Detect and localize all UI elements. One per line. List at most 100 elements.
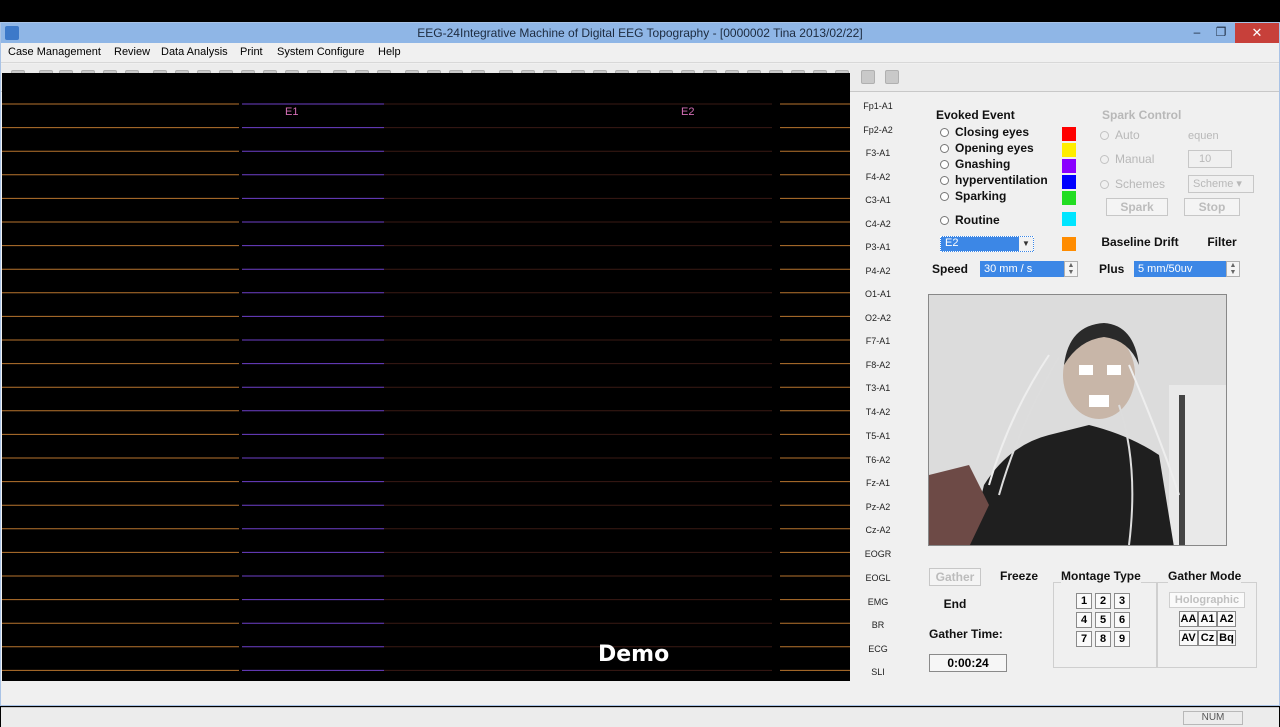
color-swatch-hyperventilation (1062, 175, 1076, 189)
status-bar: NUM (1, 707, 1279, 727)
gather-mode-aa[interactable]: AA (1179, 611, 1198, 627)
gather-mode-a1[interactable]: A1 (1198, 611, 1217, 627)
color-swatch-routine (1062, 212, 1076, 226)
radio-hyperventilation[interactable]: hyperventilation (940, 173, 1048, 187)
radio-schemes[interactable]: Schemes (1100, 177, 1165, 191)
evoked-event-title: Evoked Event (936, 108, 1015, 122)
radio-opening-eyes[interactable]: Opening eyes (940, 141, 1034, 155)
patient-video-image (929, 295, 1226, 545)
radio-label: Opening eyes (955, 141, 1034, 155)
channel-label: O1-A1 (864, 289, 891, 299)
radio-label: Routine (955, 213, 1000, 227)
montage-type-title: Montage Type (1061, 569, 1141, 583)
montage-button-2[interactable]: 2 (1095, 593, 1111, 609)
radio-label: Sparking (955, 189, 1007, 203)
montage-button-5[interactable]: 5 (1095, 612, 1111, 628)
channel-label: P3-A1 (865, 242, 891, 252)
radio-label: Auto (1115, 128, 1140, 142)
montage-button-9[interactable]: 9 (1114, 631, 1130, 647)
radio-auto[interactable]: Auto (1100, 128, 1140, 142)
channel-label: SLI (871, 667, 885, 677)
channel-label: Fp1-A1 (863, 101, 893, 111)
plus-spinner[interactable]: ▲ ▼ (1226, 261, 1240, 277)
channel-label: BR (871, 620, 885, 630)
radio-routine[interactable]: Routine (940, 213, 1000, 227)
spark-button[interactable]: Spark (1106, 198, 1168, 216)
stop-button[interactable]: Stop (1184, 198, 1240, 216)
title-bar[interactable]: EEG-24Integrative Machine of Digital EEG… (1, 23, 1279, 43)
plus-value[interactable]: 5 mm/50uv (1134, 261, 1226, 277)
radio-icon (1100, 180, 1109, 189)
end-button[interactable]: End (929, 595, 981, 615)
menu-case-management[interactable]: Case Management (8, 46, 101, 58)
event-marker-e1[interactable]: E1 (285, 106, 298, 118)
montage-button-3[interactable]: 3 (1114, 593, 1130, 609)
menu-print[interactable]: Print (240, 46, 263, 58)
speed-spinner[interactable]: ▲ ▼ (1064, 261, 1078, 277)
montage-button-1[interactable]: 1 (1076, 593, 1092, 609)
toolbar-button-icon[interactable] (885, 70, 899, 84)
channel-label: O2-A2 (864, 313, 891, 323)
minimize-button[interactable]: – (1185, 25, 1209, 39)
menu-help[interactable]: Help (378, 46, 401, 58)
eeg-trace-panel[interactable] (2, 73, 850, 681)
montage-button-6[interactable]: 6 (1114, 612, 1130, 628)
radio-sparking[interactable]: Sparking (940, 189, 1006, 203)
color-swatch-gnashing (1062, 159, 1076, 173)
radio-icon (940, 144, 949, 153)
frequency-label: equen (1188, 130, 1219, 142)
gather-mode-title: Gather Mode (1168, 569, 1242, 583)
restore-button[interactable]: ❐ (1209, 25, 1233, 39)
chevron-down-icon[interactable]: ▼ (1019, 237, 1033, 251)
scheme-select-value: Scheme (1193, 178, 1234, 190)
gather-button[interactable]: Gather (929, 568, 981, 586)
montage-button-4[interactable]: 4 (1076, 612, 1092, 628)
gather-mode-av[interactable]: AV (1179, 630, 1198, 646)
radio-icon (1100, 131, 1109, 140)
radio-icon (940, 216, 949, 225)
event-marker-e2[interactable]: E2 (681, 106, 694, 118)
radio-gnashing[interactable]: Gnashing (940, 157, 1010, 171)
montage-button-8[interactable]: 8 (1095, 631, 1111, 647)
channel-label: EOGR (864, 549, 892, 559)
channel-label: EOGL (865, 573, 891, 583)
channel-label: C3-A1 (865, 195, 891, 205)
freeze-button[interactable]: Freeze (991, 567, 1047, 587)
gather-mode-bq[interactable]: Bq (1217, 630, 1236, 646)
tab-filter[interactable]: Filter (1186, 233, 1258, 253)
speed-value[interactable]: 30 mm / s (980, 261, 1064, 277)
radio-icon (1100, 155, 1109, 164)
eeg-traces (2, 103, 850, 671)
menu-data-analysis[interactable]: Data Analysis (161, 46, 228, 58)
speed-label: Speed (932, 262, 969, 276)
frequency-input[interactable]: 10 (1188, 150, 1232, 168)
plus-label: Plus (1099, 262, 1125, 276)
channel-label: ECG (868, 644, 888, 654)
radio-closing-eyes[interactable]: Closing eyes (940, 125, 1029, 139)
menu-review[interactable]: Review (114, 46, 150, 58)
tab-baseline-drift[interactable]: Baseline Drift (1095, 233, 1185, 253)
event-color-swatch[interactable] (1062, 237, 1076, 251)
channel-label: T3-A1 (865, 383, 891, 393)
gather-time-label: Gather Time: (929, 627, 1003, 641)
radio-manual[interactable]: Manual (1100, 152, 1154, 166)
color-swatch-closing-eyes (1062, 127, 1076, 141)
gather-mode-a2[interactable]: A2 (1217, 611, 1236, 627)
color-swatch-sparking (1062, 191, 1076, 205)
menu-system-configure[interactable]: System Configure (277, 46, 364, 58)
channel-label: Pz-A2 (865, 502, 891, 512)
channel-label: F8-A2 (865, 360, 891, 370)
holographic-button[interactable]: Holographic (1169, 592, 1245, 608)
patient-video (928, 294, 1227, 546)
radio-label: Gnashing (955, 157, 1011, 171)
scheme-select[interactable]: Scheme ▾ (1188, 175, 1254, 193)
radio-icon (940, 160, 949, 169)
channel-label: P4-A2 (865, 266, 891, 276)
toolbar-button-icon[interactable] (861, 70, 875, 84)
radio-icon (940, 176, 949, 185)
montage-button-7[interactable]: 7 (1076, 631, 1092, 647)
close-button[interactable]: ✕ (1235, 23, 1279, 43)
gather-mode-cz[interactable]: Cz (1198, 630, 1217, 646)
channel-label: T5-A1 (865, 431, 891, 441)
event-select[interactable]: E2 ▼ (940, 236, 1034, 252)
